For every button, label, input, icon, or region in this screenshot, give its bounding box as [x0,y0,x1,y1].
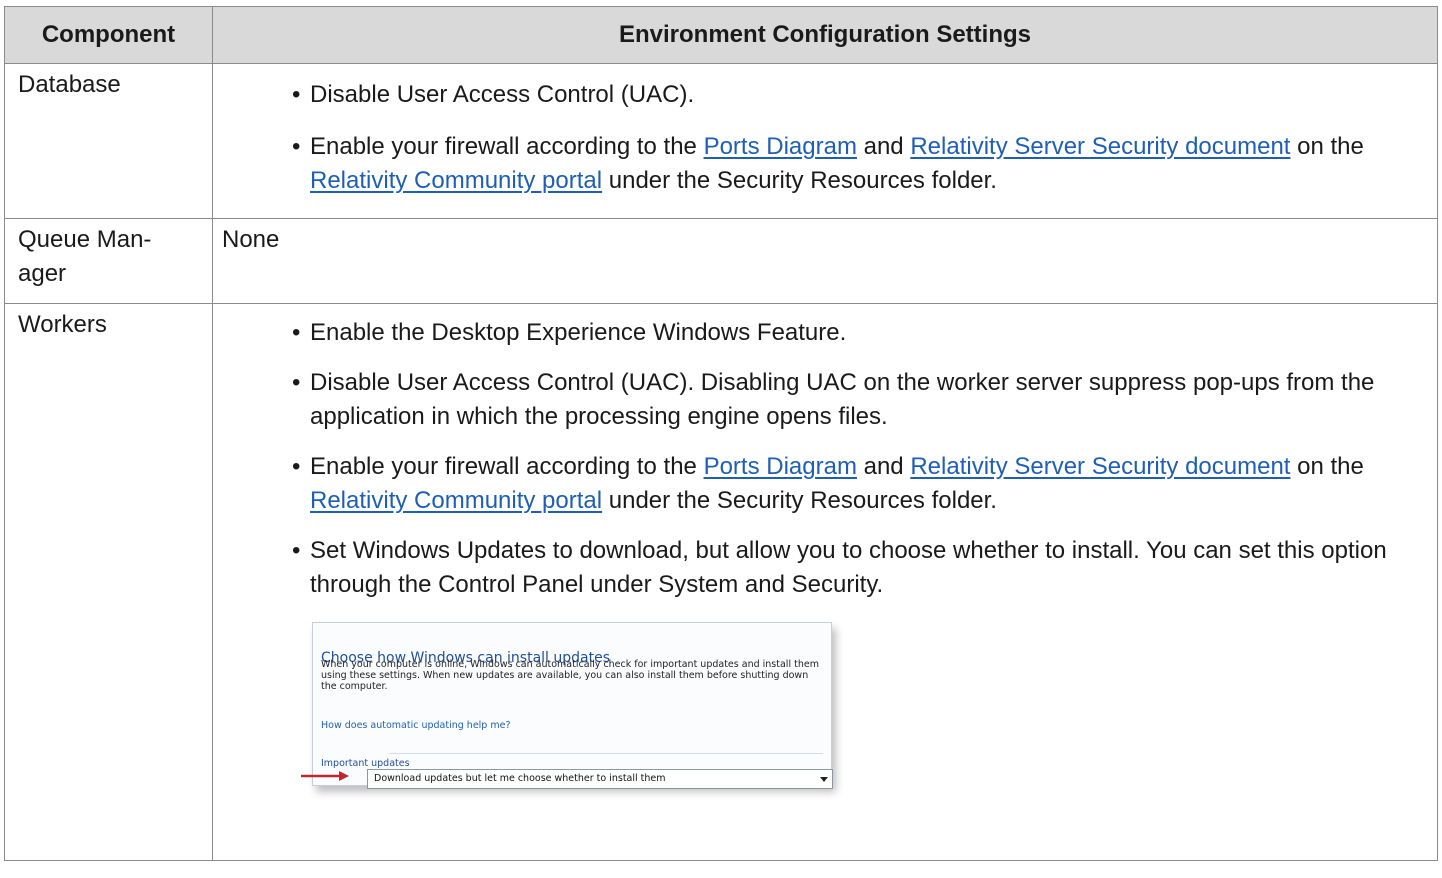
bullet: • [292,133,301,160]
settings-database: • Disable User Access Control (UAC). • E… [212,63,1438,219]
bullet: • [292,369,301,396]
ports-diagram-link[interactable]: Ports Diagram [704,453,857,480]
screenshot-separator [389,753,823,754]
item-text: Enable your firewall according to the [310,453,704,480]
component-label-line: ager [18,260,67,287]
screenshot-description: When your computer is online, Windows ca… [321,659,819,692]
bullet: • [292,537,301,564]
component-label-line: Queue Man- [18,226,152,253]
screenshot-frame: Choose how Windows can install updates W… [312,622,833,789]
ports-diagram-link[interactable]: Ports Diagram [704,133,857,160]
chevron-down-icon [820,777,828,782]
table-row: Database • Disable User Access Control (… [4,63,1438,219]
component-queue-manager: Queue Man- ager [4,218,213,304]
item-text: Enable the Desktop Experience Windows Fe… [310,319,847,346]
table-row: Queue Man- ager None [4,218,1438,304]
table-row: Workers • Enable the Desktop Experience … [4,303,1438,861]
item-text: and [856,453,911,480]
component-database: Database [4,63,213,219]
settings-workers: • Enable the Desktop Experience Windows … [212,303,1438,861]
screenshot-help-link: How does automatic updating help me? [321,720,511,731]
item-text: Disable User Access Control (UAC). [310,81,695,108]
bullet: • [292,453,301,480]
windows-update-screenshot: Choose how Windows can install updates W… [300,622,833,792]
server-security-document-link[interactable]: Relativity Server Security document [910,133,1290,160]
item-text: on the [1290,133,1364,160]
bullet: • [292,81,301,108]
item-text: under the Security Resources folder. [602,167,997,194]
community-portal-link[interactable]: Relativity Community portal [310,167,602,194]
screenshot-dropdown-value: Download updates but let me choose wheth… [374,773,666,784]
list-item: • Enable your firewall according to the … [222,130,1437,198]
list-item: • Disable User Access Control (UAC). Dis… [222,366,1437,434]
item-text: Enable your firewall according to the [310,133,704,160]
list-item: • Set Windows Updates to download, but a… [222,534,1437,602]
item-text: on the [1290,453,1364,480]
component-workers: Workers [4,303,213,861]
header-settings: Environment Configuration Settings [212,6,1438,64]
table-header-row: Component Environment Configuration Sett… [4,6,1438,64]
item-text: under the Security Resources folder. [602,487,997,514]
item-text: Disable User Access Control (UAC). Disab… [310,369,1375,430]
list-item: • Disable User Access Control (UAC). [222,78,1437,112]
list-item: • Enable your firewall according to the … [222,450,1437,518]
item-text: and [856,133,911,160]
configuration-table: Component Environment Configuration Sett… [4,6,1438,861]
item-text: Set Windows Updates to download, but all… [310,537,1387,598]
screenshot-updates-dropdown: Download updates but let me choose wheth… [367,769,833,789]
header-component: Component [4,6,213,64]
red-arrow-icon [301,771,349,781]
server-security-document-link[interactable]: Relativity Server Security document [910,453,1290,480]
settings-queue-manager: None [212,218,1438,304]
list-item: • Enable the Desktop Experience Windows … [222,316,1437,350]
community-portal-link[interactable]: Relativity Community portal [310,487,602,514]
bullet: • [292,319,301,346]
